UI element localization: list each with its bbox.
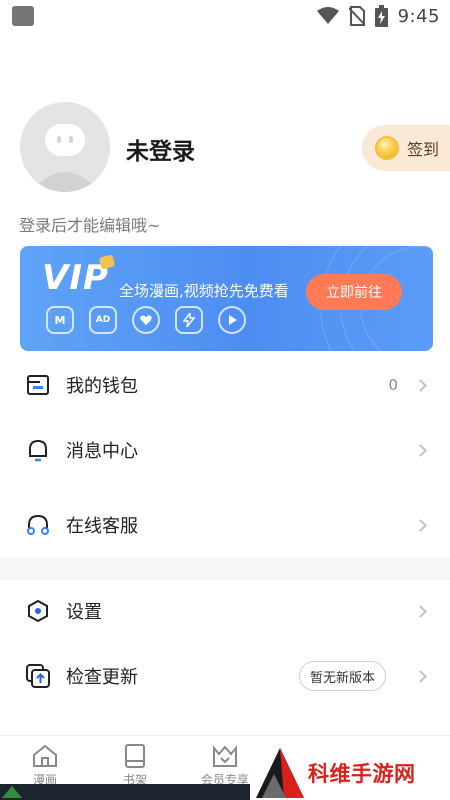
settings-hexagon-icon	[28, 599, 48, 623]
wallet-balance: 0	[388, 376, 398, 394]
chevron-right-icon	[414, 518, 427, 532]
play-perk-icon	[218, 306, 246, 334]
vip-go-button[interactable]: 立即前往	[306, 274, 402, 310]
overlay-taskbar-strip	[0, 784, 250, 800]
vip-logo: VIP	[42, 258, 109, 298]
section-divider	[0, 558, 450, 580]
edit-hint-text: 登录后才能编辑哦~	[19, 216, 161, 235]
avatar[interactable]	[20, 102, 110, 192]
chevron-right-icon	[414, 378, 427, 392]
support-label: 在线客服	[66, 516, 138, 537]
no-update-badge: 暂无新版本	[299, 661, 386, 691]
crown-icon	[98, 254, 116, 270]
bell-icon	[29, 439, 47, 462]
vip-perk-icons: M AD	[46, 306, 246, 334]
login-status-title[interactable]: 未登录	[126, 132, 195, 166]
default-avatar-icon	[20, 102, 110, 192]
home-icon	[33, 744, 57, 767]
chevron-right-icon	[414, 443, 427, 457]
site-watermark: 科维手游网	[250, 744, 450, 800]
wallet-label: 我的钱包	[66, 376, 138, 397]
watermark-text: 科维手游网	[308, 762, 416, 786]
messages-label: 消息中心	[66, 441, 138, 462]
coin-icon	[375, 136, 399, 160]
headset-icon	[27, 514, 49, 535]
menu-item-wallet[interactable]: 我的钱包 0	[0, 360, 450, 410]
chevron-right-icon	[414, 669, 427, 683]
checkin-button[interactable]: 签到	[362, 125, 450, 171]
comic-perk-icon: M	[46, 306, 74, 334]
overlay-logo-fragment	[2, 786, 22, 798]
lightning-perk-icon	[175, 306, 203, 334]
clock: 9:45	[397, 5, 440, 27]
watermark-logo-icon	[256, 748, 304, 798]
menu-item-settings[interactable]: 设置	[0, 586, 450, 636]
menu-item-check-update[interactable]: 检查更新 暂无新版本	[0, 651, 450, 701]
notification-app-icon	[12, 6, 34, 26]
menu-item-support[interactable]: 在线客服	[0, 500, 450, 550]
vip-banner[interactable]: VIP 全场漫画,视频抢先免费看 立即前往 M AD	[20, 246, 433, 351]
book-icon	[125, 744, 145, 768]
profile-header: 未登录 签到	[20, 102, 450, 194]
update-icon	[26, 664, 50, 688]
status-bar: 9:45	[0, 0, 450, 32]
settings-label: 设置	[66, 602, 102, 623]
battery-charging-icon	[374, 5, 388, 27]
heart-perk-icon	[132, 306, 160, 334]
no-sim-icon	[348, 6, 365, 26]
status-icons: 9:45	[316, 5, 440, 27]
vip-crown-icon	[213, 745, 237, 767]
vip-description: 全场漫画,视频抢先免费看	[119, 282, 289, 300]
wifi-icon	[316, 7, 339, 24]
wallet-icon	[27, 375, 49, 395]
check-update-label: 检查更新	[66, 667, 138, 688]
checkin-label: 签到	[407, 140, 440, 159]
no-ads-perk-icon: AD	[89, 306, 117, 334]
chevron-right-icon	[414, 604, 427, 618]
menu-item-messages[interactable]: 消息中心	[0, 425, 450, 475]
